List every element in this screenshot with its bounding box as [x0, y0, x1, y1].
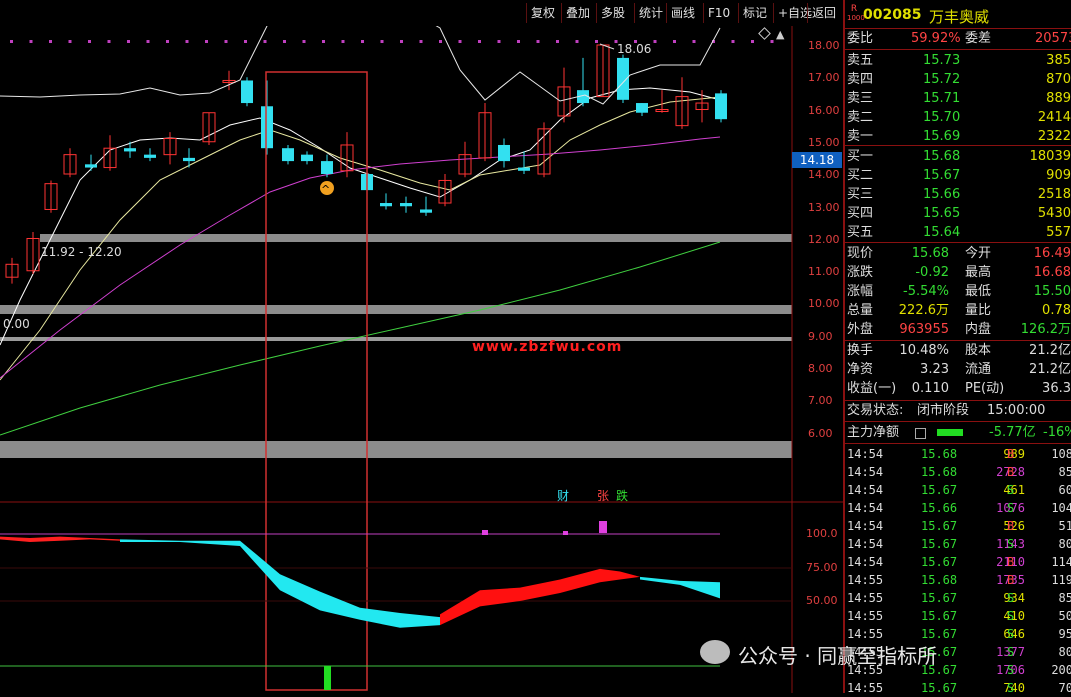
stat-row: 现价 15.68 今开 16.49 [847, 246, 1071, 261]
ask-row: 卖一 15.69 2322 [847, 129, 1071, 144]
price-tick: 6.00 [808, 426, 833, 440]
tick-row: 14:5515.67410S50 [847, 609, 1071, 623]
bid-row: 买三 15.66 2518 [847, 187, 1071, 202]
price-tick: 11.00 [808, 265, 840, 279]
stock-badge: R 1000 [847, 4, 865, 22]
toolbar-button-3[interactable]: 统计 [634, 3, 667, 23]
panel-divider [845, 28, 1071, 29]
top-dot-row [10, 40, 774, 43]
bid-row: 买二 15.67 909 [847, 168, 1071, 183]
peak-marker-3 [599, 521, 607, 533]
buy-signal-glyph: ^ [321, 183, 330, 196]
peak-marker-2 [563, 531, 568, 535]
band-9 [0, 337, 792, 341]
bid-row: 买四 15.65 5430 [847, 206, 1071, 221]
tick-row: 14:5515.67934S85 [847, 591, 1071, 605]
tick-row: 14:54 15.66 1076 S 104 [847, 501, 1071, 515]
toolbar-button-2[interactable]: 多股 [596, 3, 629, 23]
kline-chart[interactable]: ^ [0, 0, 843, 693]
price-tick: 12.00 [808, 232, 840, 246]
price-tick: 15.00 [808, 135, 840, 149]
price-tick: 16.00 [808, 103, 840, 117]
indicator-tick: 75.00 [806, 561, 838, 574]
indicator-tick: 100.0 [806, 527, 838, 540]
label-die: 跌 [616, 489, 629, 503]
tick-row: 14:5415.67526B51 [847, 519, 1071, 533]
ask-row: 卖四 15.72 870 [847, 72, 1071, 87]
bid-row: 买一 15.68 18039 [847, 149, 1071, 164]
tick-row: 14:5415.671143S80 [847, 537, 1071, 551]
toolbar-button-1[interactable]: 叠加 [561, 3, 594, 23]
stock-name: 万丰奥威 [929, 8, 990, 26]
zero-label: 0.00 [3, 317, 30, 331]
wechat-icon [700, 640, 730, 664]
chart-toolbar: 复权 叠加 多股 统计 画线 F10 标记 +自选 返回 [0, 0, 843, 26]
wechat-watermark: 公众号 · 同赢至指标所 [738, 644, 938, 668]
price-tick: 7.00 [808, 394, 833, 408]
toolbar-button-5[interactable]: F10 [703, 3, 734, 23]
label-cai: 财 [557, 489, 570, 503]
high-label: 18.06 [617, 42, 652, 56]
stat2-row: 净资 3.23 流通 21.2亿 [847, 362, 1071, 377]
quote-panel: R 1000 002085 万丰奥威 委比 59.92% 委差 20573 卖五… [843, 0, 1071, 693]
trade-status-row: 交易状态: 闭市阶段 15:00:00 [847, 403, 1046, 418]
ask-row: 卖三 15.71 889 [847, 91, 1071, 106]
stat2-row: 收益(一) 0.110 PE(动) 36.3 [847, 381, 1071, 396]
stat2-row: 换手 10.48% 股本 21.2亿 [847, 343, 1071, 358]
tick-row: 14:5415.682728B85 [847, 465, 1071, 479]
peak-marker-1 [482, 530, 488, 535]
price-tick: 17.00 [808, 71, 840, 85]
current-price-tag: 14.18 [792, 152, 842, 168]
price-tick: 13.00 [808, 200, 840, 214]
toolbar-button-8[interactable]: 返回 [807, 3, 840, 23]
price-tick: 18.00 [808, 39, 840, 52]
weibi-row: 委比 59.92% 委差 20573 [847, 31, 1071, 46]
toolbar-button-0[interactable]: 复权 [526, 3, 559, 23]
stat-row: 总量 222.6万 量比 0.78 [847, 303, 1071, 318]
indicator-tick: 50.00 [806, 594, 838, 607]
tick-row: 14:55 15.68 1735 B 119 [847, 573, 1071, 587]
tick-row: 14:54 15.68 989 B 108 [847, 447, 1071, 461]
toolbar-button-4[interactable]: 画线 [666, 3, 699, 23]
bid-row: 买五 15.64 557 [847, 225, 1071, 240]
range-label: 11.92 - 12.20 [41, 245, 122, 259]
band-12 [40, 234, 792, 242]
tick-row: 14:5515.67740S70 [847, 681, 1071, 693]
stat-row: 外盘 963955 内盘 126.2万 [847, 322, 1071, 337]
price-tick: 14.00 [808, 168, 840, 182]
main-flow-row: 主力净额 -5.77亿 -16% [847, 425, 1071, 440]
stat-row: 涨幅 -5.54% 最低 15.50 [847, 284, 1071, 299]
tick-row: 14:5415.67461S60 [847, 483, 1071, 497]
band-bottom [0, 441, 792, 458]
watermark-url: www.zbzfwu.com [472, 339, 623, 355]
ask-row: 卖二 15.70 2414 [847, 110, 1071, 125]
chevron-up-icon[interactable]: ▲ [776, 28, 784, 41]
price-tick: 8.00 [808, 362, 833, 375]
tick-row: 14:54 15.67 2110 B 114 [847, 555, 1071, 569]
ask-row: 卖五 15.73 385 [847, 53, 1071, 68]
stock-code: 002085 [863, 7, 922, 23]
price-tick: 10.00 [808, 297, 840, 311]
indicator-ribbon [0, 536, 720, 628]
bottom-green-bar [324, 666, 331, 690]
label-zhang: 张 [597, 489, 610, 503]
stat-row: 涨跌 -0.92 最高 16.68 [847, 265, 1071, 280]
flow-bar [937, 429, 963, 436]
price-tick: 9.00 [808, 329, 833, 343]
toolbar-button-6[interactable]: 标记 [738, 3, 771, 23]
kline-chart-area[interactable]: ^ 11.92 - 12.20 0.00 18.06 www.zbzfwu.co… [0, 0, 843, 693]
doc-icon[interactable] [915, 428, 926, 439]
band-10 [0, 305, 792, 314]
